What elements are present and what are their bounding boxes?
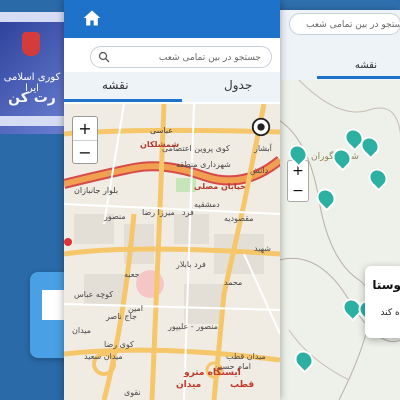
map-label: منصور - علیپور (168, 322, 218, 331)
map-label: کوی پروین اعتصامی (162, 144, 230, 153)
document-icon (42, 290, 66, 320)
zoom-out-button[interactable]: − (288, 181, 308, 201)
zoom-control[interactable]: + − (72, 116, 98, 164)
map-label: محمد (224, 278, 243, 287)
banner-line-1: کوری اسلامی ایرا (3, 72, 61, 94)
zoom-out-button[interactable]: − (73, 140, 97, 164)
map-label: جعبه (124, 270, 140, 279)
right-search-input[interactable]: جستجو در بین تمامی شعب (289, 13, 400, 35)
tab-bar: نقشه جدول (64, 72, 280, 102)
tab-indicator (64, 99, 182, 102)
map-label: میدان (72, 326, 91, 335)
map-label: خیابان مصلی (194, 182, 246, 191)
map-label: میدان (176, 380, 202, 390)
locate-icon[interactable] (250, 116, 272, 138)
tab-map[interactable]: نقشه (102, 78, 129, 92)
map-label: جاج ناصر (106, 312, 137, 321)
map-label: قطب (230, 380, 255, 390)
map-label: کوچه عباس (74, 290, 114, 299)
banner-line-2: رت کن (8, 90, 56, 106)
map-label: منصور (104, 212, 126, 221)
map-label: میرزا رضا (142, 208, 175, 217)
branch-popup[interactable]: وستا ه کند- (365, 266, 400, 338)
map-label: آبشار (254, 144, 272, 153)
right-map-view[interactable]: شده انگوران + − وستا ه کند- (279, 80, 400, 400)
map-label: کوی رضا (104, 340, 134, 349)
banner-image: کوری اسلامی ایرا رت کن (0, 12, 64, 134)
map-label: میدان قطب (226, 352, 266, 361)
map-label: مقصودیه (224, 214, 254, 223)
tab-indicator-right (317, 76, 400, 79)
map-view[interactable]: + − عباسی شمشلکان کوی پروین اعتصامی شهرد… (64, 104, 280, 400)
map-label: نقوی (124, 388, 141, 397)
popup-title: وستا (372, 278, 400, 292)
popup-subtitle: ه کند- (380, 308, 400, 318)
right-zoom-control[interactable]: + − (287, 160, 309, 202)
app-bar (64, 0, 280, 38)
right-map-screen: جستجو در بین تمامی شعب نقشه شده انگوران … (278, 10, 400, 400)
map-label: فرد (182, 208, 194, 217)
map-label: دمشقیه (194, 200, 220, 209)
map-label: بلوار جانبازان (74, 186, 119, 195)
map-label: میدان سعید (84, 352, 123, 361)
map-label: دانش (250, 166, 269, 175)
search-icon[interactable] (98, 51, 110, 63)
search-input[interactable]: جستجو در بین تمامی شعب (90, 46, 272, 68)
tab-table[interactable]: جدول (224, 78, 252, 92)
right-map-lines (279, 80, 400, 400)
map-label: شهرداری منطقه (176, 160, 231, 169)
center-map-screen: جستجو در بین تمامی شعب نقشه جدول + − عبا… (64, 0, 280, 400)
zoom-in-button[interactable]: + (73, 117, 97, 140)
home-icon[interactable] (82, 8, 102, 28)
map-label: عباسی (150, 126, 173, 135)
emblem-icon (22, 32, 40, 56)
right-header: جستجو در بین تمامی شعب نقشه (279, 10, 400, 80)
map-label: فرد بابلار (176, 260, 206, 269)
map-label: ایستگاه مترو (184, 368, 241, 378)
map-label: شهید (254, 244, 272, 253)
